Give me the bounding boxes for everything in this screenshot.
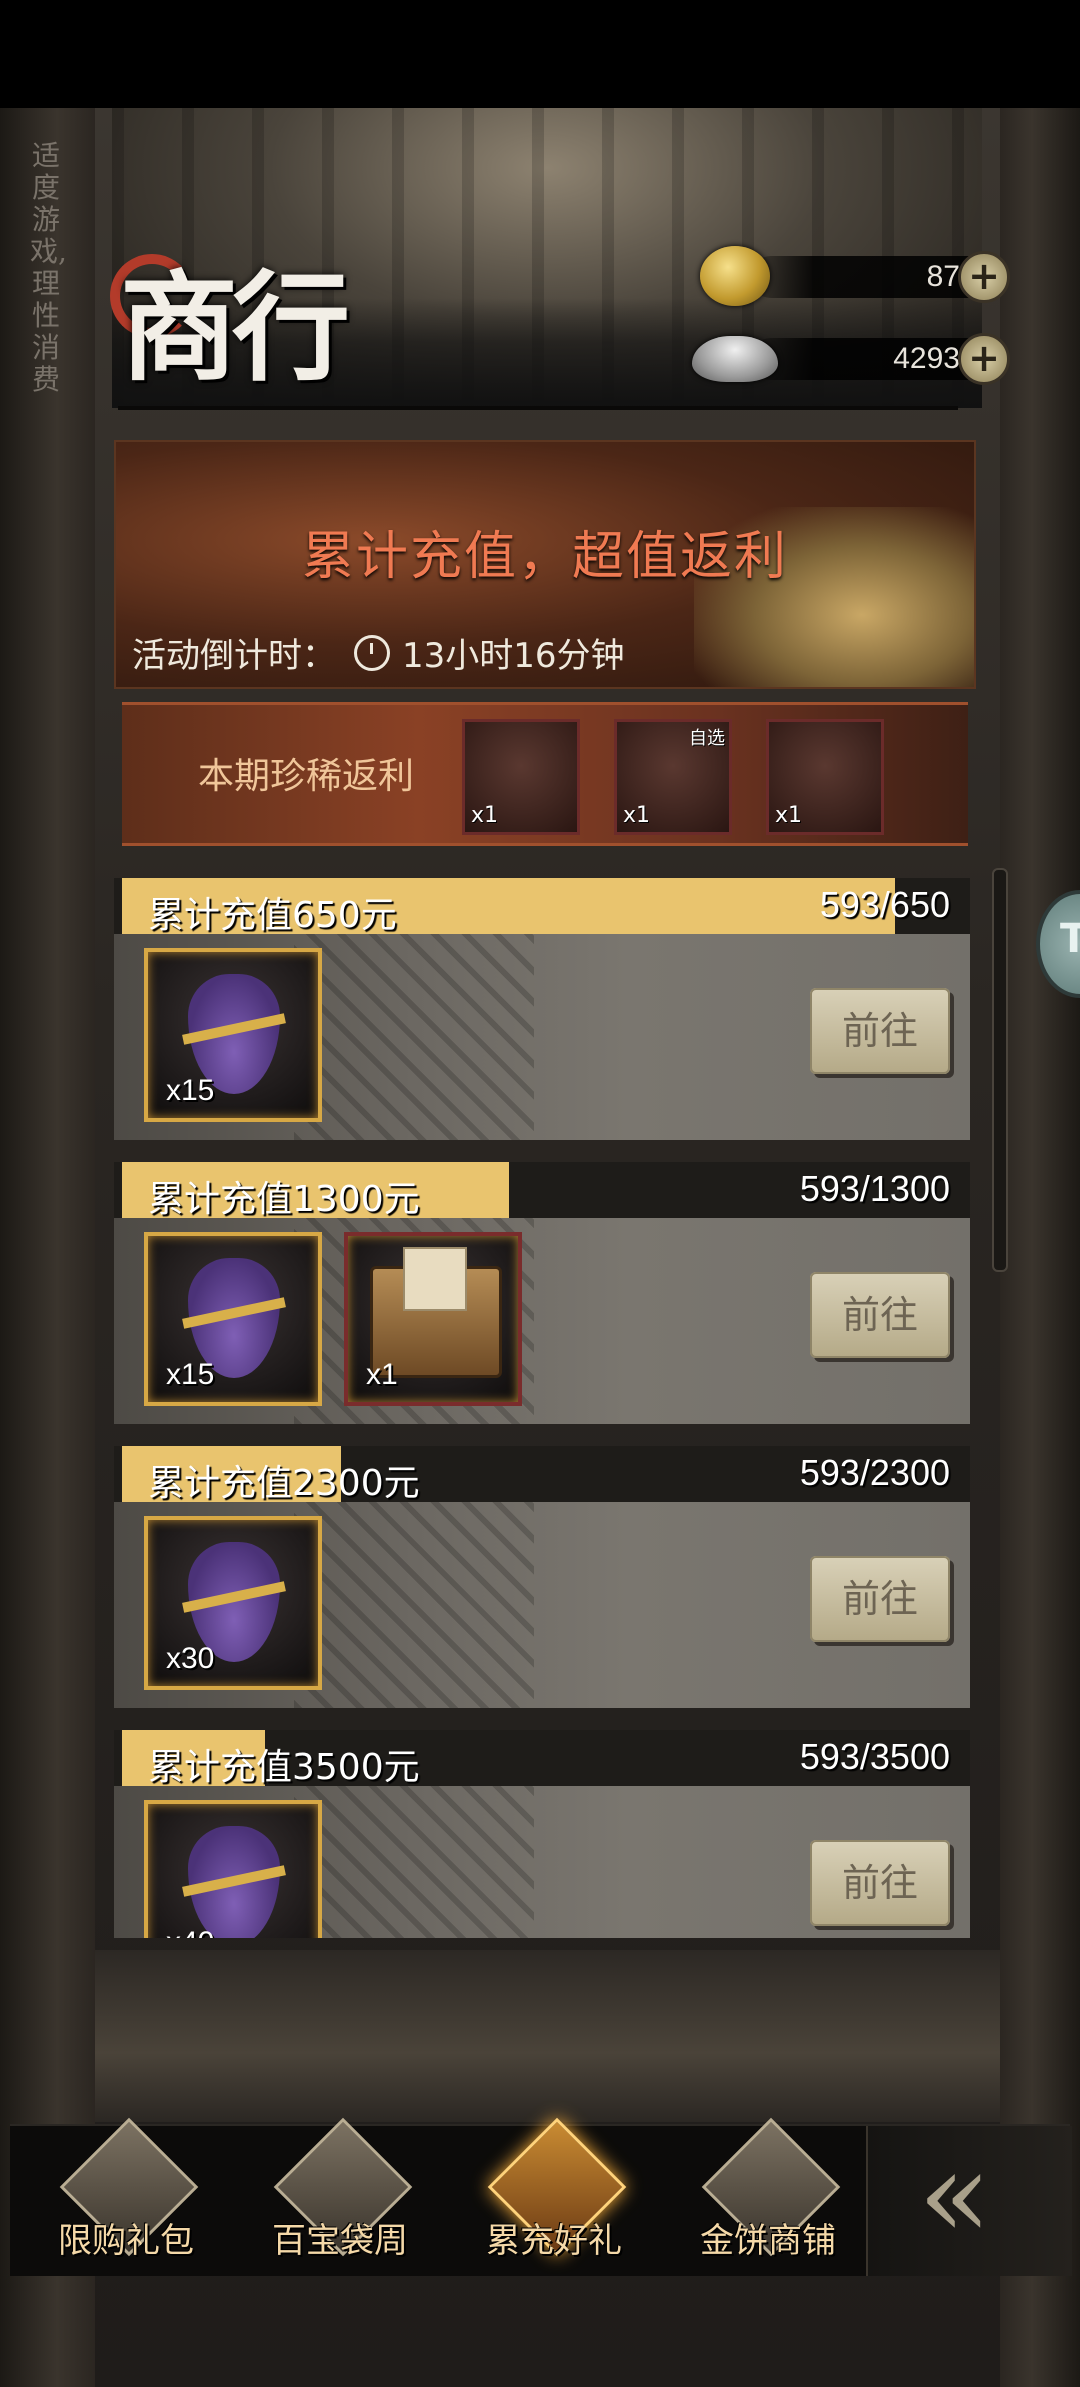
health-slogan: 适度游戏,理性消费 (30, 139, 67, 396)
reward-bag-icon[interactable]: x40 (144, 1800, 322, 1938)
silver-amount: 4293 (893, 342, 960, 375)
task-body: x30 前往 (114, 1502, 970, 1708)
double-chevron-left-icon: « (918, 2126, 992, 2265)
go-button[interactable]: 前往 (810, 988, 950, 1074)
add-silver-button[interactable]: + (958, 333, 1010, 385)
go-button[interactable]: 前往 (810, 1840, 950, 1926)
task-header: 累计充值2300元 593/2300 (114, 1446, 970, 1504)
ground-decoration (95, 1950, 1000, 2122)
nav-cumulative-gift[interactable]: 累充好礼 (454, 2117, 654, 2276)
go-button[interactable]: 前往 (810, 1556, 950, 1642)
task-title: 累计充值3500元 (148, 1747, 420, 1788)
clock-icon (354, 634, 390, 671)
task-progress-text: 593/1300 (799, 1168, 950, 1209)
task-title: 累计充值1300元 (148, 1179, 420, 1220)
task-row: 累计充值650元 593/650 x15 前往 (114, 872, 970, 1156)
silver-currency: 4293 + (692, 333, 1010, 385)
task-row: 累计充值1300元 593/1300 x15 x1 前往 (114, 1156, 970, 1440)
countdown-label: 活动倒计时： (132, 636, 336, 676)
task-header: 累计充值1300元 593/1300 (114, 1162, 970, 1220)
rare-reward-weapon-icon[interactable]: x1 (766, 719, 884, 835)
reward-bag-icon[interactable]: x15 (144, 948, 322, 1122)
rare-reward-chest-icon[interactable]: x1 (462, 719, 580, 835)
task-progress-text: 593/3500 (799, 1736, 950, 1777)
add-gold-button[interactable]: + (958, 251, 1010, 303)
reward-chest-icon[interactable]: x1 (344, 1232, 522, 1406)
nav-label: 金饼商铺 (700, 2221, 836, 2261)
nav-label: 限购礼包 (58, 2221, 194, 2261)
nav-limited-pack[interactable]: 限购礼包 (26, 2117, 226, 2276)
task-body: x40 前往 (114, 1786, 970, 1938)
event-countdown: 活动倒计时： 13小时16分钟 (132, 628, 625, 677)
reward-qty: x15 (166, 1074, 215, 1107)
reward-qty: x30 (166, 1642, 215, 1675)
task-body: x15 前往 (114, 934, 970, 1140)
header-divider (118, 406, 958, 410)
rare-reward-count: x1 (471, 803, 499, 828)
event-banner: 累计充值，超值返利 活动倒计时： 13小时16分钟 (114, 440, 976, 689)
collapse-button[interactable]: « (866, 2126, 1072, 2276)
rare-reward-count: x1 (775, 803, 803, 828)
silver-ingot-icon (692, 336, 778, 382)
task-progress-text: 593/2300 (799, 1452, 950, 1493)
gold-amount: 87 (926, 260, 960, 293)
task-progress-text: 593/650 (819, 884, 950, 925)
task-body: x15 x1 前往 (114, 1218, 970, 1424)
countdown-value: 13小时16分钟 (402, 636, 625, 676)
bag-icon (188, 1826, 280, 1938)
go-button[interactable]: 前往 (810, 1272, 950, 1358)
list-scrollbar[interactable] (992, 868, 1008, 1272)
task-header: 累计充值650元 593/650 (114, 878, 970, 936)
gold-currency: 87 + (700, 246, 1010, 306)
nav-gold-cake-shop[interactable]: 金饼商铺 (668, 2117, 868, 2276)
recharge-task-list[interactable]: 累计充值650元 593/650 x15 前往 累计充值1300元 593/13… (114, 872, 970, 1938)
reward-bag-icon[interactable]: x15 (144, 1232, 322, 1406)
task-row: 累计充值2300元 593/2300 x30 前往 (114, 1440, 970, 1724)
nav-treasure-bag[interactable]: 百宝袋周 (240, 2117, 440, 2276)
reward-bag-icon[interactable]: x30 (144, 1516, 322, 1690)
rare-reward-tag: 自选 (689, 728, 725, 749)
shop-logo: 商行 (120, 258, 350, 397)
rare-rewards-bar: 本期珍稀返利 x1 自选 x1 x1 (122, 702, 968, 846)
reward-qty: x1 (366, 1358, 398, 1391)
banner-title: 累计充值，超值返利 (301, 527, 788, 587)
reward-qty: x40 (166, 1926, 214, 1938)
nav-label: 累充好礼 (486, 2221, 622, 2261)
rare-reward-chest-select-icon[interactable]: 自选 x1 (614, 719, 732, 835)
reward-qty: x15 (166, 1358, 215, 1391)
task-row: 累计充值3500元 593/3500 x40 前往 (114, 1724, 970, 1938)
rare-reward-count: x1 (623, 803, 651, 828)
nav-label: 百宝袋周 (272, 2221, 408, 2261)
task-title: 累计充值2300元 (148, 1463, 420, 1504)
gold-coin-icon (700, 246, 770, 306)
task-title: 累计充值650元 (148, 895, 397, 936)
rare-rewards-label: 本期珍稀返利 (198, 756, 415, 797)
bottom-nav: 限购礼包 百宝袋周 累充好礼 金饼商铺 « (10, 2117, 1072, 2276)
task-header: 累计充值3500元 593/3500 (114, 1730, 970, 1788)
